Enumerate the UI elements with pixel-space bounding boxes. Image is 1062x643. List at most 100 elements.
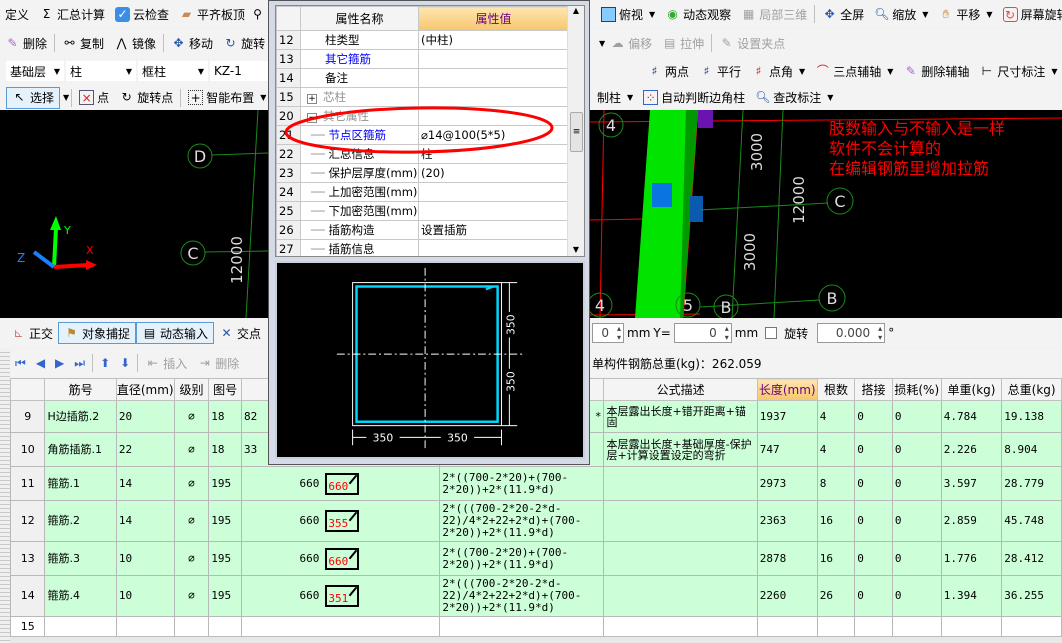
property-row[interactable]: 23 ── 保护层厚度(mm) (20) [276, 163, 569, 183]
total-weight[interactable]: 36.255 [1001, 575, 1062, 617]
binoculars-icon[interactable]: ⚲ [250, 7, 265, 22]
diameter[interactable]: 14 [115, 500, 175, 542]
total-weight[interactable]: 28.412 [1001, 541, 1062, 576]
define-button[interactable]: 定义 [0, 3, 34, 25]
delete-row-button[interactable]: ⇥ 删除 [192, 352, 244, 374]
diameter[interactable]: 20 [115, 400, 175, 433]
property-value[interactable]: (20) [418, 163, 569, 183]
rotate-button[interactable]: ↻ 旋转 [218, 32, 270, 54]
property-value[interactable] [418, 87, 569, 107]
collapse-icon[interactable]: − [307, 113, 317, 123]
component-select[interactable]: KZ-1 [210, 61, 270, 81]
scroll-up-icon[interactable]: ▲ [568, 6, 584, 15]
make-column-button[interactable]: 制柱 ▼ [592, 87, 638, 109]
formula-description[interactable] [603, 541, 758, 576]
grade[interactable]: ⌀ [173, 466, 210, 501]
type-select[interactable]: 柱 ▼ [66, 61, 136, 81]
check-annotation-button[interactable]: 🔍︎ 查改标注 ▼ [750, 87, 838, 109]
ortho-toggle[interactable]: ⊾ 正交 [6, 322, 58, 344]
figure-number[interactable]: 195 [208, 500, 242, 542]
dynamic-input-toggle[interactable]: ▤ 动态输入 [136, 322, 215, 344]
y-offset-input[interactable]: 0 [673, 323, 732, 343]
table-row[interactable]: 14 箍筋.4 10 ⌀ 195 660 351 2*(((700-2*20-2*… [10, 575, 1062, 617]
shape-value[interactable]: 660 [299, 552, 319, 565]
count[interactable]: 16 [816, 500, 856, 542]
property-row[interactable]: 15 + 芯柱 [276, 87, 569, 107]
grade[interactable] [173, 616, 210, 636]
property-row[interactable]: 27 ── 插筋信息 [276, 239, 569, 256]
column-header[interactable]: 搭接 [854, 378, 893, 401]
shape-value[interactable]: 33 [244, 443, 257, 456]
total-weight[interactable]: 45.748 [1001, 500, 1062, 542]
select-button[interactable]: ↖ 选择 [6, 86, 61, 109]
unit-weight[interactable]: 2.226 [940, 432, 1003, 467]
property-value[interactable] [418, 182, 569, 202]
column-header[interactable]: 损耗(%) [891, 378, 942, 401]
two-point-axis-button[interactable]: ♯ 两点 [642, 60, 694, 82]
column-header[interactable]: 长度(mm) [756, 378, 818, 401]
insert-button[interactable]: ⇤ 插入 [140, 352, 192, 374]
formula[interactable]: 2*(((700-2*20-2*d-22)/4*2+22+2*d)+(700-2… [439, 575, 605, 617]
scroll-down-icon[interactable]: ▼ [568, 245, 584, 254]
figure-number[interactable]: 195 [208, 466, 242, 501]
diameter[interactable]: 10 [115, 541, 175, 576]
formula[interactable]: 2*((700-2*20)+(700-2*20))+2*(11.9*d) [439, 466, 605, 501]
table-row[interactable]: 15 [10, 616, 1062, 636]
length[interactable]: 2878 [756, 541, 818, 576]
property-row[interactable]: 21 ── 节点区箍筋 ⌀14@100(5*5) [276, 125, 569, 145]
formula[interactable] [439, 616, 605, 636]
grade[interactable]: ⌀ [173, 400, 210, 433]
bar-name[interactable]: 箍筋.3 [44, 541, 117, 576]
floor-select[interactable]: 基础层 ▼ [6, 61, 64, 81]
grade[interactable]: ⌀ [173, 432, 210, 467]
property-value[interactable] [418, 106, 569, 126]
bar-name[interactable]: 箍筋.1 [44, 466, 117, 501]
bar-name[interactable]: 角筋插筋.1 [44, 432, 117, 467]
parallel-axis-button[interactable]: ♯ 平行 [694, 60, 746, 82]
move-down-icon[interactable]: ⬇ [115, 352, 135, 374]
total-weight[interactable]: 28.779 [1001, 466, 1062, 501]
vertical-scrollbar[interactable]: ▲ ≡ ▼ [567, 6, 584, 256]
smart-layout-button[interactable]: + 智能布置 ▼ [183, 87, 271, 109]
total-weight[interactable]: 19.138 [1001, 400, 1062, 433]
rotate-angle-input[interactable]: 0.000 [817, 323, 886, 343]
diameter[interactable]: 10 [115, 575, 175, 617]
lap[interactable] [854, 616, 893, 636]
figure-number[interactable]: 18 [208, 432, 242, 467]
property-value[interactable] [418, 68, 569, 88]
property-row[interactable]: 25 ── 下加密范围(mm) [276, 201, 569, 221]
set-grip-button[interactable]: ✎ 设置夹点 [714, 32, 790, 54]
diameter[interactable] [115, 616, 175, 636]
unit-weight[interactable]: 1.394 [940, 575, 1003, 617]
property-value[interactable] [418, 239, 569, 256]
next-record-icon[interactable]: ▶ [50, 352, 69, 374]
shape-value[interactable]: 660 [299, 477, 319, 490]
expand-icon[interactable]: + [307, 94, 317, 104]
unit-weight[interactable]: 3.597 [940, 466, 1003, 501]
unit-weight[interactable]: 2.859 [940, 500, 1003, 542]
horizontal-scrollbar[interactable] [10, 636, 1062, 643]
figure-number[interactable] [208, 616, 242, 636]
length[interactable]: 2973 [756, 466, 818, 501]
three-point-axis-button[interactable]: ⌒ 三点辅轴 ▼ [810, 60, 898, 82]
formula-description[interactable] [603, 466, 758, 501]
stretch-button[interactable]: ▤ 拉伸 [657, 32, 709, 54]
shape-value[interactable]: 660 [299, 589, 319, 602]
lap[interactable]: 0 [854, 432, 893, 467]
length[interactable]: 2363 [756, 500, 818, 542]
diameter[interactable]: 22 [115, 432, 175, 467]
column-header[interactable]: 根数 [816, 378, 856, 401]
length[interactable] [756, 616, 818, 636]
auto-corner-column-button[interactable]: ⁘ 自动判断边角柱 [638, 87, 750, 109]
point-angle-button[interactable]: ♯ 点角 ▼ [746, 60, 810, 82]
grade[interactable]: ⌀ [173, 541, 210, 576]
delete-axis-button[interactable]: ✎ 删除辅轴 [898, 60, 974, 82]
column-header[interactable]: 图号 [208, 378, 242, 401]
property-row[interactable]: 12 柱类型 (中柱) [276, 30, 569, 50]
property-value[interactable]: ⌀14@100(5*5) [418, 125, 569, 145]
unit-weight[interactable] [940, 616, 1003, 636]
last-record-icon[interactable]: ⏭ [69, 352, 90, 374]
bar-name[interactable]: 箍筋.4 [44, 575, 117, 617]
loss[interactable]: 0 [891, 466, 942, 501]
total-weight[interactable]: 8.904 [1001, 432, 1062, 467]
